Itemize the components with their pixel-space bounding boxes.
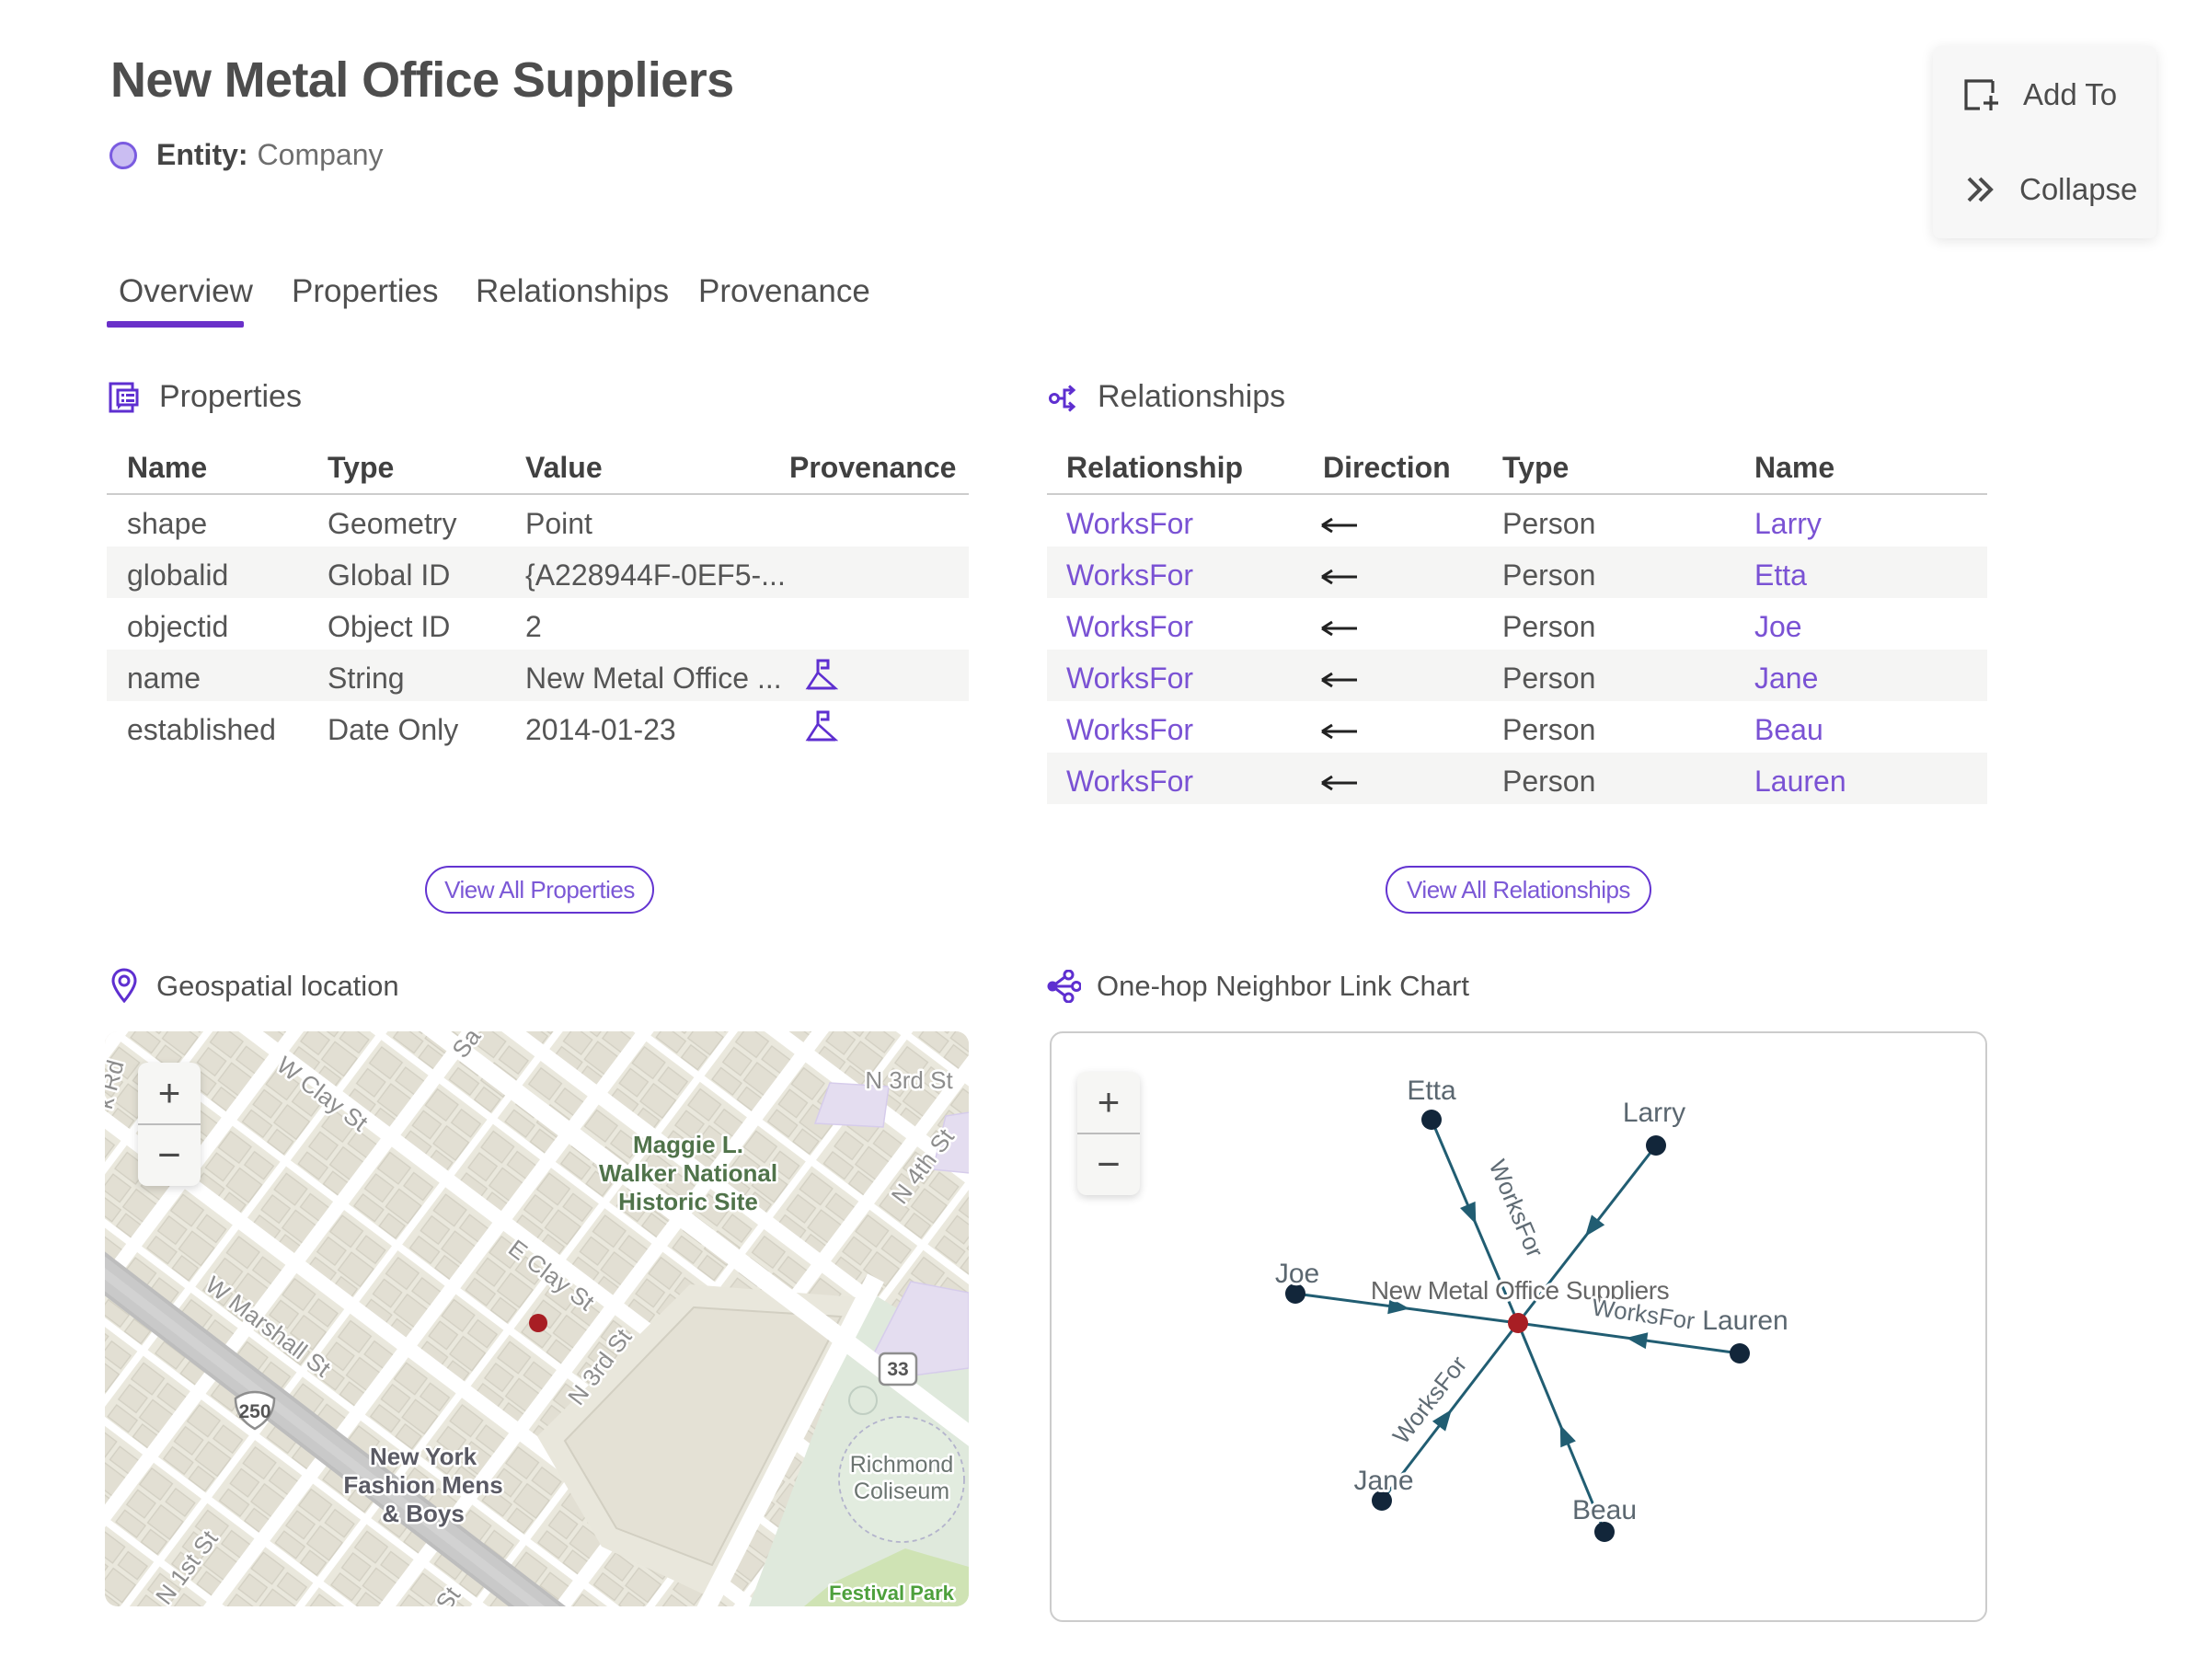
svg-text:Etta: Etta (1407, 1076, 1456, 1106)
svg-text:New York: New York (370, 1443, 477, 1470)
svg-text:WorksFor: WorksFor (1484, 1156, 1550, 1261)
svg-text:Walker National: Walker National (599, 1159, 777, 1187)
svg-text:& Boys: & Boys (382, 1500, 465, 1527)
svg-text:Richmond: Richmond (850, 1452, 954, 1478)
svg-text:Joe: Joe (1275, 1259, 1319, 1289)
svg-text:N 3rd St: N 3rd St (865, 1066, 953, 1094)
svg-text:Coliseum: Coliseum (854, 1479, 949, 1504)
svg-text:Lauren: Lauren (1702, 1306, 1788, 1336)
svg-text:Festival Park: Festival Park (829, 1582, 955, 1605)
svg-text:Beau: Beau (1572, 1495, 1637, 1525)
svg-text:Jane: Jane (1353, 1466, 1413, 1496)
svg-text:Maggie L.: Maggie L. (633, 1131, 743, 1158)
svg-text:WorksFor: WorksFor (1591, 1293, 1697, 1334)
svg-text:Fashion Mens: Fashion Mens (343, 1471, 502, 1499)
svg-text:33: 33 (887, 1359, 908, 1380)
svg-text:250: 250 (238, 1401, 270, 1422)
svg-text:Larry: Larry (1623, 1098, 1685, 1128)
svg-text:Historic Site: Historic Site (618, 1188, 758, 1215)
